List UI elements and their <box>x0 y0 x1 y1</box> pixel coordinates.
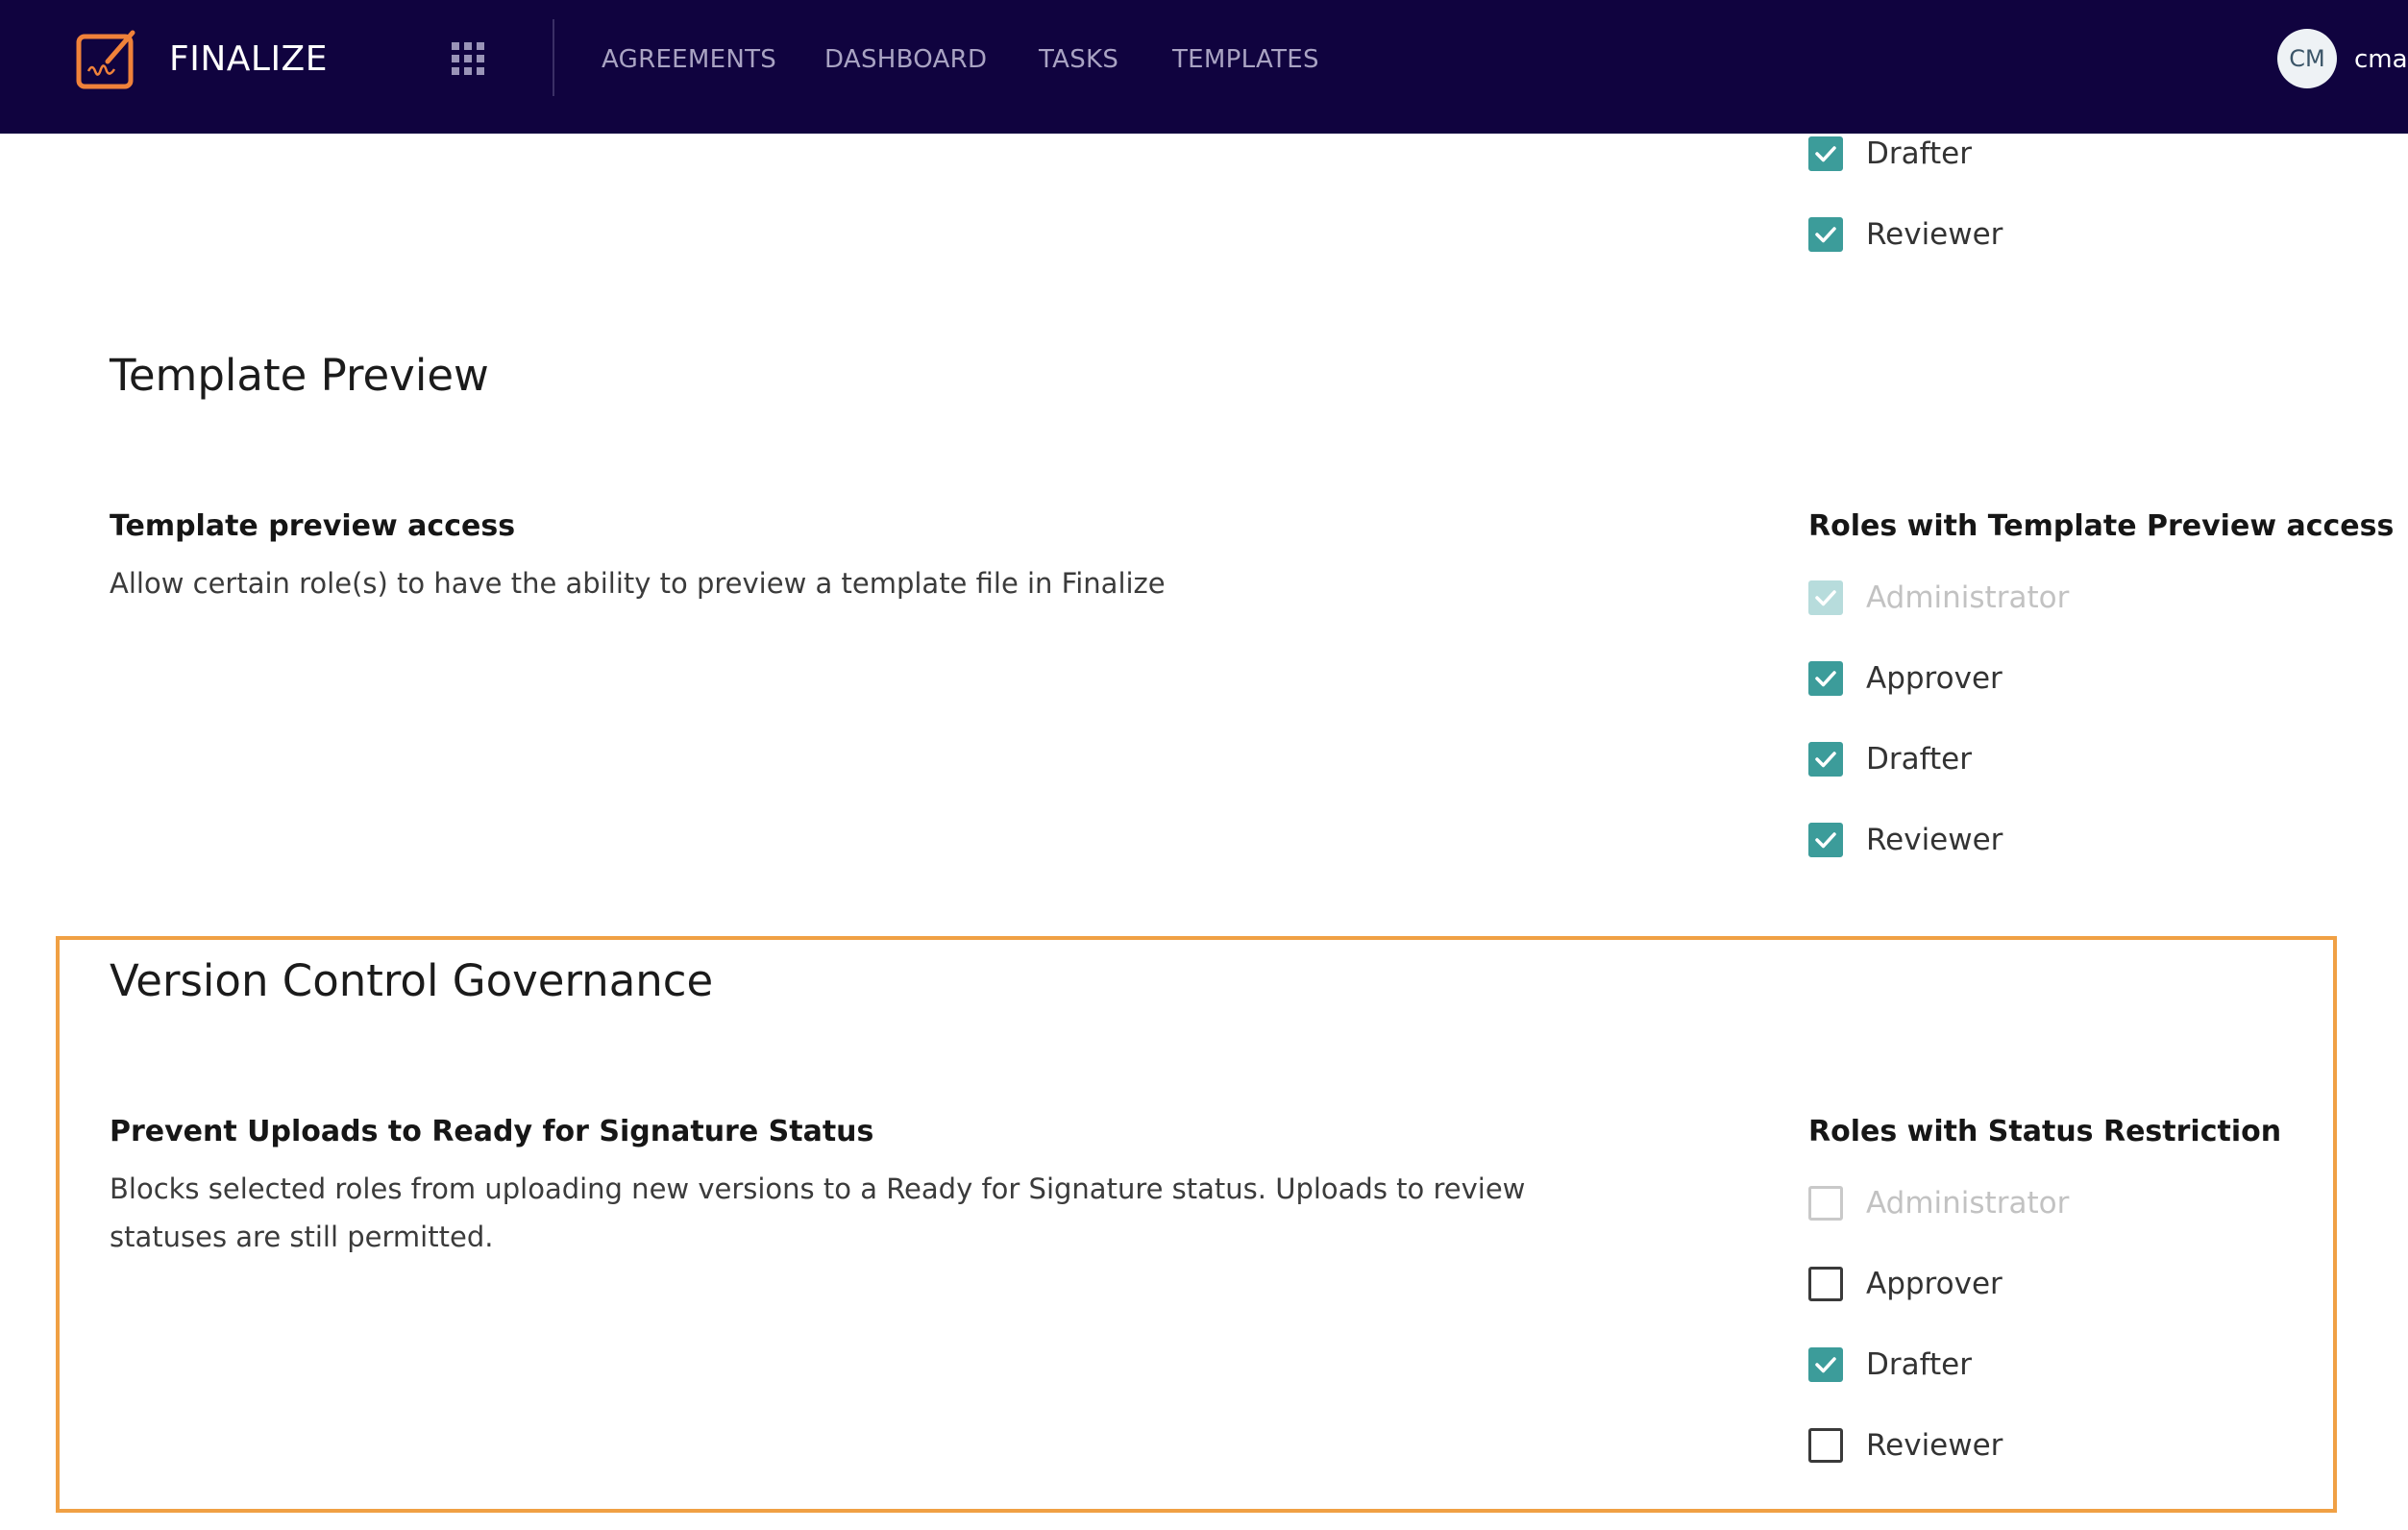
user-avatar[interactable]: CM <box>2277 29 2337 88</box>
role-checkbox-drafter-top[interactable]: Drafter <box>1808 135 1972 173</box>
finalize-logo-icon[interactable] <box>75 27 140 90</box>
apps-grid-icon[interactable] <box>452 42 484 75</box>
checkmark-icon <box>1815 590 1836 606</box>
checkmark-icon <box>1815 227 1836 243</box>
role-checkbox-approver-restriction[interactable]: Approver <box>1808 1265 2003 1303</box>
nav-templates[interactable]: TEMPLATES <box>1172 42 1319 77</box>
role-checkbox-reviewer-restriction[interactable]: Reviewer <box>1808 1426 2003 1465</box>
nav-tasks[interactable]: TASKS <box>1039 42 1118 77</box>
user-name[interactable]: cmat <box>2354 42 2408 77</box>
setting-title-template-preview-access: Template preview access <box>110 509 516 543</box>
role-checkbox-administrator-restriction: Administrator <box>1808 1184 2069 1222</box>
checkbox[interactable] <box>1808 217 1843 252</box>
role-checkbox-drafter-restriction[interactable]: Drafter <box>1808 1345 1972 1384</box>
top-navigation-bar: FINALIZE AGREEMENTS DASHBOARD TASKS TEMP… <box>0 0 2408 134</box>
brand-name[interactable]: FINALIZE <box>169 37 328 83</box>
role-label: Approver <box>1866 661 2003 696</box>
setting-description-prevent-uploads: Blocks selected roles from uploading new… <box>110 1172 1526 1253</box>
nav-agreements[interactable]: AGREEMENTS <box>602 42 776 77</box>
role-label: Reviewer <box>1866 217 2003 252</box>
checkbox[interactable] <box>1808 1428 1843 1463</box>
role-checkbox-administrator-preview: Administrator <box>1808 579 2069 617</box>
checkbox[interactable] <box>1808 823 1843 857</box>
checkbox[interactable] <box>1808 136 1843 171</box>
checkmark-icon <box>1815 671 1836 687</box>
role-label: Drafter <box>1866 1347 1972 1382</box>
checkmark-icon <box>1815 146 1836 162</box>
checkmark-icon <box>1815 1357 1836 1373</box>
nav-divider <box>553 19 554 96</box>
checkbox <box>1808 580 1843 615</box>
checkbox[interactable] <box>1808 1347 1843 1382</box>
role-label: Reviewer <box>1866 1428 2003 1463</box>
role-label: Drafter <box>1866 136 1972 171</box>
setting-description-template-preview: Allow certain role(s) to have the abilit… <box>110 567 1166 600</box>
role-label: Administrator <box>1866 580 2070 615</box>
role-checkbox-reviewer-preview[interactable]: Reviewer <box>1808 821 2003 859</box>
checkbox[interactable] <box>1808 661 1843 696</box>
role-label: Drafter <box>1866 742 1972 777</box>
role-checkbox-reviewer-top[interactable]: Reviewer <box>1808 215 2003 254</box>
role-label: Administrator <box>1866 1186 2070 1221</box>
setting-title-prevent-uploads: Prevent Uploads to Ready for Signature S… <box>110 1115 874 1148</box>
roles-title-status-restriction: Roles with Status Restriction <box>1808 1115 2282 1148</box>
nav-dashboard[interactable]: DASHBOARD <box>824 42 987 77</box>
role-label: Reviewer <box>1866 823 2003 857</box>
checkbox <box>1808 1186 1843 1221</box>
checkbox[interactable] <box>1808 1267 1843 1301</box>
checkmark-icon <box>1815 752 1836 768</box>
role-checkbox-approver-preview[interactable]: Approver <box>1808 659 2003 698</box>
checkbox[interactable] <box>1808 742 1843 777</box>
section-title-version-control: Version Control Governance <box>110 955 714 1006</box>
section-title-template-preview: Template Preview <box>110 350 489 401</box>
roles-title-template-preview: Roles with Template Preview access <box>1808 509 2395 543</box>
checkmark-icon <box>1815 832 1836 849</box>
role-checkbox-drafter-preview[interactable]: Drafter <box>1808 740 1972 778</box>
role-label: Approver <box>1866 1267 2003 1301</box>
